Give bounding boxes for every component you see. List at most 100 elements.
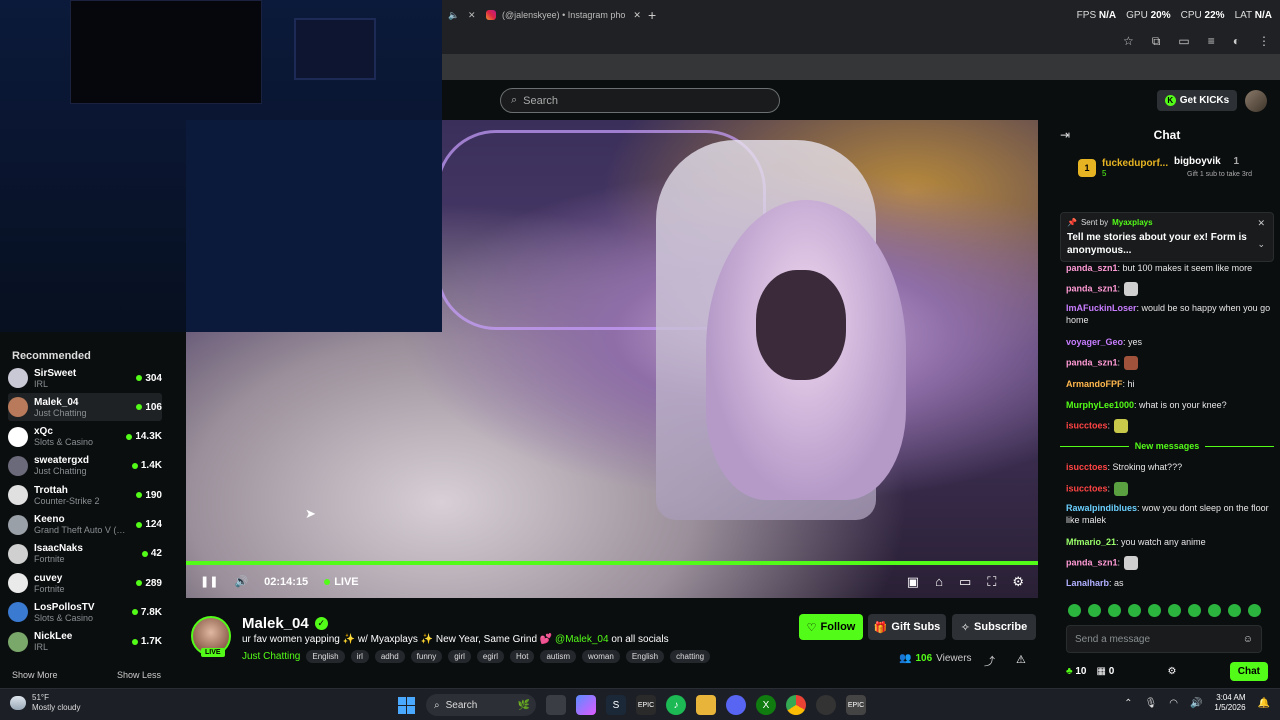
tag-chip[interactable]: adhd bbox=[374, 650, 405, 663]
share-icon[interactable]: ⤴ bbox=[984, 653, 995, 669]
xbox-icon[interactable]: X bbox=[756, 695, 776, 715]
emote-icon[interactable] bbox=[1168, 604, 1181, 617]
extensions-icon[interactable]: ⧉ bbox=[1152, 34, 1161, 49]
emoji-picker-icon[interactable]: ☺ bbox=[1243, 634, 1253, 645]
volume-icon[interactable]: 🔊 bbox=[234, 575, 248, 588]
channel-item[interactable]: SirSweet IRL 304 bbox=[8, 364, 162, 392]
tag-chip[interactable]: girl bbox=[448, 650, 471, 663]
epic-games-icon[interactable]: EPIC bbox=[636, 695, 656, 715]
chat-message[interactable]: MurphyLee1000: what is on your knee? bbox=[1066, 399, 1274, 411]
chat-message[interactable]: ImAFuckinLoser: would be so happy when y… bbox=[1066, 302, 1274, 326]
chat-message[interactable]: panda_szn1: bbox=[1066, 556, 1274, 570]
chat-username[interactable]: Lanalharb bbox=[1066, 578, 1109, 588]
chat-settings-icon[interactable]: ⚙ bbox=[1168, 666, 1177, 677]
tag-chip[interactable]: irl bbox=[350, 650, 369, 663]
wifi-icon[interactable]: ◠ bbox=[1169, 698, 1178, 709]
bookmark-star-icon[interactable]: ☆ bbox=[1123, 34, 1134, 49]
pinned-user[interactable]: Myaxplays bbox=[1112, 218, 1152, 227]
tag-chip[interactable]: English bbox=[306, 650, 345, 663]
chat-username[interactable]: panda_szn1 bbox=[1066, 557, 1118, 567]
chrome-icon[interactable] bbox=[786, 695, 806, 715]
discord-icon[interactable] bbox=[726, 695, 746, 715]
obs-icon[interactable] bbox=[816, 695, 836, 715]
tag-chip[interactable]: autism bbox=[540, 650, 577, 663]
chat-message[interactable]: Mfmario_21: you watch any anime bbox=[1066, 536, 1274, 548]
chat-message[interactable]: ArmandoFPF: hi bbox=[1066, 378, 1274, 390]
emote-icon[interactable] bbox=[1248, 604, 1261, 617]
chat-username[interactable]: isucctoes bbox=[1066, 462, 1108, 472]
profile-icon[interactable]: ◐ bbox=[1233, 34, 1240, 49]
leader2-name[interactable]: bigboyvik bbox=[1174, 156, 1221, 167]
emote-icon[interactable] bbox=[1088, 604, 1101, 617]
subscribe-button[interactable]: ✧ Subscribe bbox=[952, 614, 1036, 640]
get-kicks-button[interactable]: K Get KICKs bbox=[1157, 90, 1237, 111]
mute-tab-icon[interactable]: 🔈 bbox=[448, 4, 460, 26]
send-chat-button[interactable]: Chat bbox=[1229, 661, 1268, 681]
chat-message[interactable]: voyager_Geo: yes bbox=[1066, 336, 1274, 348]
chat-username[interactable]: voyager_Geo bbox=[1066, 337, 1123, 347]
emote-icon[interactable] bbox=[1228, 604, 1241, 617]
close-tab-icon[interactable]: ✕ bbox=[633, 10, 641, 21]
theater-mode-icon[interactable]: ▭ bbox=[959, 574, 971, 590]
chat-message[interactable]: Lanalharb: as bbox=[1066, 577, 1274, 589]
settings-gear-icon[interactable]: ⚙ bbox=[1012, 574, 1024, 590]
channel-item[interactable]: cuvey Fortnite 289 bbox=[8, 569, 162, 597]
show-less-link[interactable]: Show Less bbox=[117, 670, 161, 680]
chat-message[interactable]: panda_szn1: bbox=[1066, 356, 1274, 370]
clip-icon[interactable]: ⌂ bbox=[935, 574, 943, 590]
tag-chip[interactable]: chatting bbox=[670, 650, 711, 663]
leader1-name[interactable]: fuckeduporf... bbox=[1102, 158, 1168, 169]
chat-message[interactable]: isucctoes: bbox=[1066, 482, 1274, 496]
microphone-icon[interactable]: 🎙 bbox=[1145, 698, 1158, 709]
channel-item[interactable]: NickLee IRL 1.7K bbox=[8, 628, 162, 656]
fullscreen-icon[interactable]: ⛶ bbox=[987, 574, 996, 590]
menu-icon[interactable]: ⋮ bbox=[1258, 34, 1270, 49]
emote-icon[interactable] bbox=[1188, 604, 1201, 617]
file-explorer-icon[interactable] bbox=[696, 695, 716, 715]
follow-button[interactable]: ♡ Follow bbox=[799, 614, 863, 640]
close-icon[interactable]: ✕ bbox=[468, 10, 476, 21]
chat-username[interactable]: MurphyLee1000 bbox=[1066, 400, 1134, 410]
chat-username[interactable]: isucctoes bbox=[1066, 483, 1108, 493]
tag-chip[interactable]: Hot bbox=[510, 650, 535, 663]
title-mention[interactable]: @Malek_04 bbox=[555, 634, 609, 645]
reading-list-icon[interactable]: ≡ bbox=[1208, 34, 1215, 49]
taskbar-search[interactable]: ⌕ Search 🌿 bbox=[426, 694, 536, 716]
gifts-balance[interactable]: ▦ 0 bbox=[1096, 666, 1114, 677]
cast-icon[interactable]: ▭ bbox=[1178, 34, 1189, 49]
notification-bell-icon[interactable]: 🔔 bbox=[1258, 698, 1270, 709]
report-icon[interactable]: ⚠ bbox=[1016, 653, 1026, 666]
kicks-balance[interactable]: ♣ 10 bbox=[1066, 666, 1086, 677]
chat-username[interactable]: Mfmario_21 bbox=[1066, 537, 1116, 547]
channel-item[interactable]: xQc Slots & Casino 14.3K bbox=[8, 423, 162, 451]
channel-item[interactable]: LosPollosTV Slots & Casino 7.8K bbox=[8, 598, 162, 626]
chat-username[interactable]: ImAFuckinLoser bbox=[1066, 303, 1137, 313]
chat-username[interactable]: panda_szn1 bbox=[1066, 263, 1118, 273]
chat-message[interactable]: panda_szn1: bbox=[1066, 282, 1274, 296]
channel-item[interactable]: Trottah Counter-Strike 2 190 bbox=[8, 481, 162, 509]
chat-username[interactable]: panda_szn1 bbox=[1066, 283, 1118, 293]
channel-item[interactable]: Malek_04 Just Chatting 106 bbox=[8, 393, 162, 422]
emote-icon[interactable] bbox=[1108, 604, 1121, 617]
video-player[interactable]: ❚❚ 🔊 02:14:15 LIVE ▣ ⌂ ▭ ⛶ ⚙ ➤ bbox=[186, 120, 1038, 598]
chat-message[interactable]: isucctoes: bbox=[1066, 419, 1274, 433]
category-link[interactable]: Just Chatting bbox=[242, 651, 300, 662]
chevron-up-icon[interactable]: ⌃ bbox=[1124, 698, 1132, 709]
streamer-name[interactable]: Malek_04 bbox=[242, 615, 309, 632]
chat-username[interactable]: isucctoes bbox=[1066, 420, 1108, 430]
unpin-icon[interactable]: ✕ bbox=[1257, 218, 1265, 229]
user-avatar[interactable] bbox=[1245, 90, 1267, 112]
emote-icon[interactable] bbox=[1068, 604, 1081, 617]
chat-message[interactable]: isucctoes: Stroking what??? bbox=[1066, 461, 1274, 473]
tag-chip[interactable]: woman bbox=[582, 650, 620, 663]
channel-item[interactable]: Keeno Grand Theft Auto V (G... 124 bbox=[8, 511, 162, 539]
epic-launcher-icon[interactable]: EPIC bbox=[846, 695, 866, 715]
channel-item[interactable]: IsaacNaks Fortnite 42 bbox=[8, 540, 162, 568]
tag-chip[interactable]: English bbox=[625, 650, 665, 663]
show-more-link[interactable]: Show More bbox=[12, 670, 58, 680]
task-view-icon[interactable] bbox=[546, 695, 566, 715]
copilot-icon[interactable] bbox=[576, 695, 596, 715]
new-messages-divider[interactable]: New messages bbox=[1060, 440, 1275, 452]
chat-input[interactable]: Send a message ☺ bbox=[1066, 625, 1262, 653]
emote-icon[interactable] bbox=[1128, 604, 1141, 617]
